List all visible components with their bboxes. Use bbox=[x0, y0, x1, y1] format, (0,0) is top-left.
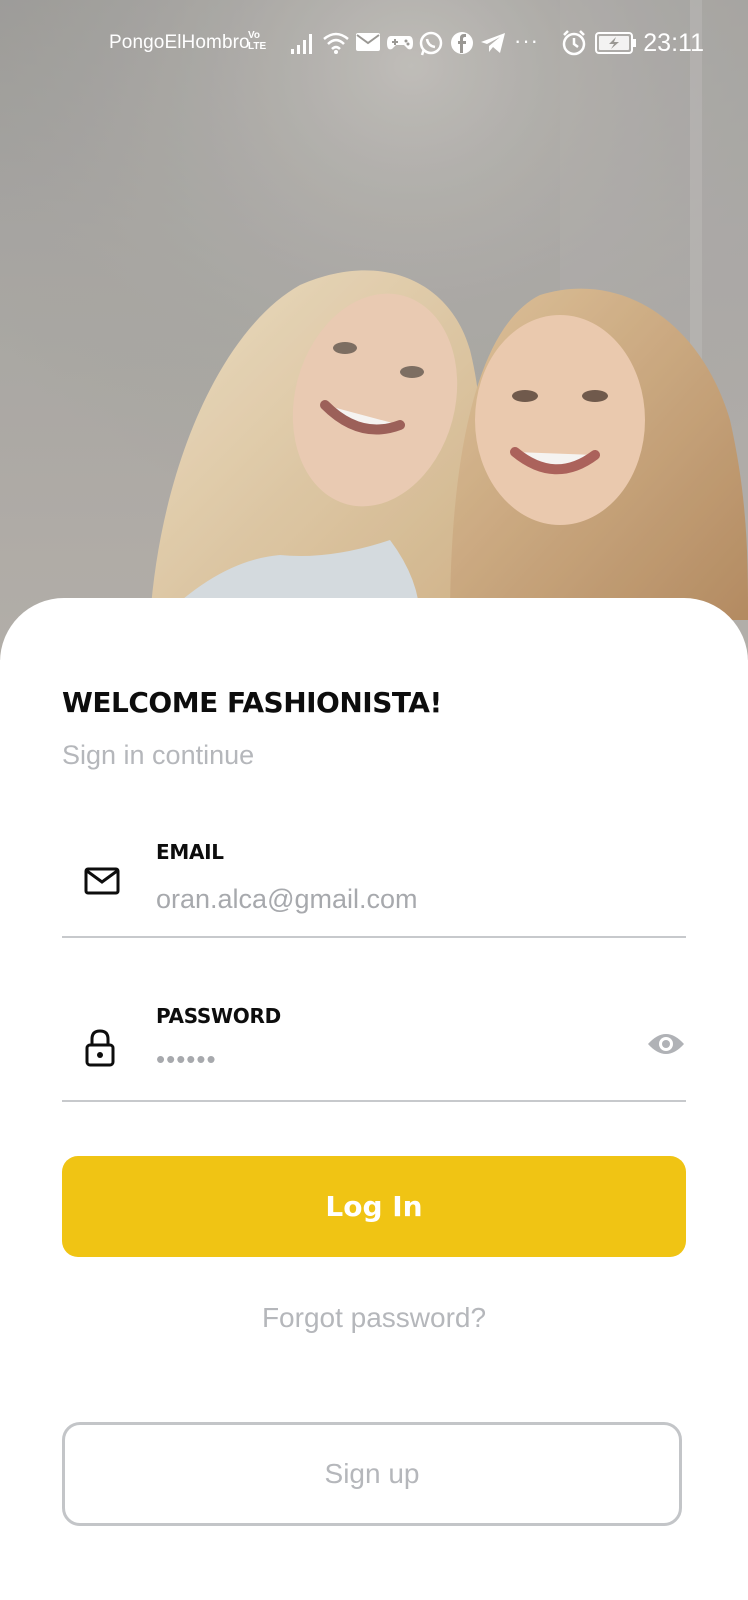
volte-indicator: Vo LTE bbox=[248, 30, 266, 52]
email-input[interactable]: oran.alca@gmail.com bbox=[156, 884, 418, 915]
email-label: EMAIL bbox=[156, 840, 224, 864]
hero-illustration bbox=[0, 0, 748, 660]
password-input[interactable]: •••••• bbox=[156, 1044, 217, 1075]
more-notifications: ··· bbox=[514, 28, 539, 53]
volte-top: Vo bbox=[248, 30, 261, 41]
password-label: PASSWORD bbox=[156, 1004, 281, 1028]
email-field[interactable]: EMAIL oran.alca@gmail.com bbox=[62, 836, 686, 938]
volte-bottom: LTE bbox=[248, 41, 267, 52]
page-title: WELCOME FASHIONISTA! bbox=[62, 686, 442, 719]
signup-button[interactable]: Sign up bbox=[62, 1422, 682, 1526]
eye-icon[interactable] bbox=[646, 1030, 686, 1058]
mail-icon bbox=[84, 867, 120, 895]
carrier-name: PongoElHombro bbox=[109, 32, 250, 53]
hero-photo bbox=[0, 0, 748, 660]
alarm-icon bbox=[562, 30, 586, 56]
page-subtitle: Sign in continue bbox=[62, 740, 255, 770]
forgot-password-link[interactable]: Forgot password? bbox=[0, 1302, 748, 1334]
facebook-icon bbox=[451, 32, 473, 54]
telegram-icon bbox=[481, 33, 505, 53]
login-button[interactable]: Log In bbox=[62, 1156, 686, 1257]
wifi-icon bbox=[323, 32, 349, 54]
battery-charging-icon bbox=[595, 32, 636, 54]
signal-icon bbox=[291, 34, 312, 54]
password-field[interactable]: PASSWORD •••••• bbox=[62, 1000, 686, 1102]
lock-icon bbox=[85, 1029, 115, 1067]
mail-notification-icon bbox=[356, 33, 380, 51]
status-bar: PongoElHombro Vo LTE ··· 23:11 bbox=[0, 0, 748, 88]
gamepad-icon bbox=[387, 36, 413, 50]
whatsapp-icon bbox=[419, 31, 443, 56]
status-clock: 23:11 bbox=[643, 29, 704, 57]
